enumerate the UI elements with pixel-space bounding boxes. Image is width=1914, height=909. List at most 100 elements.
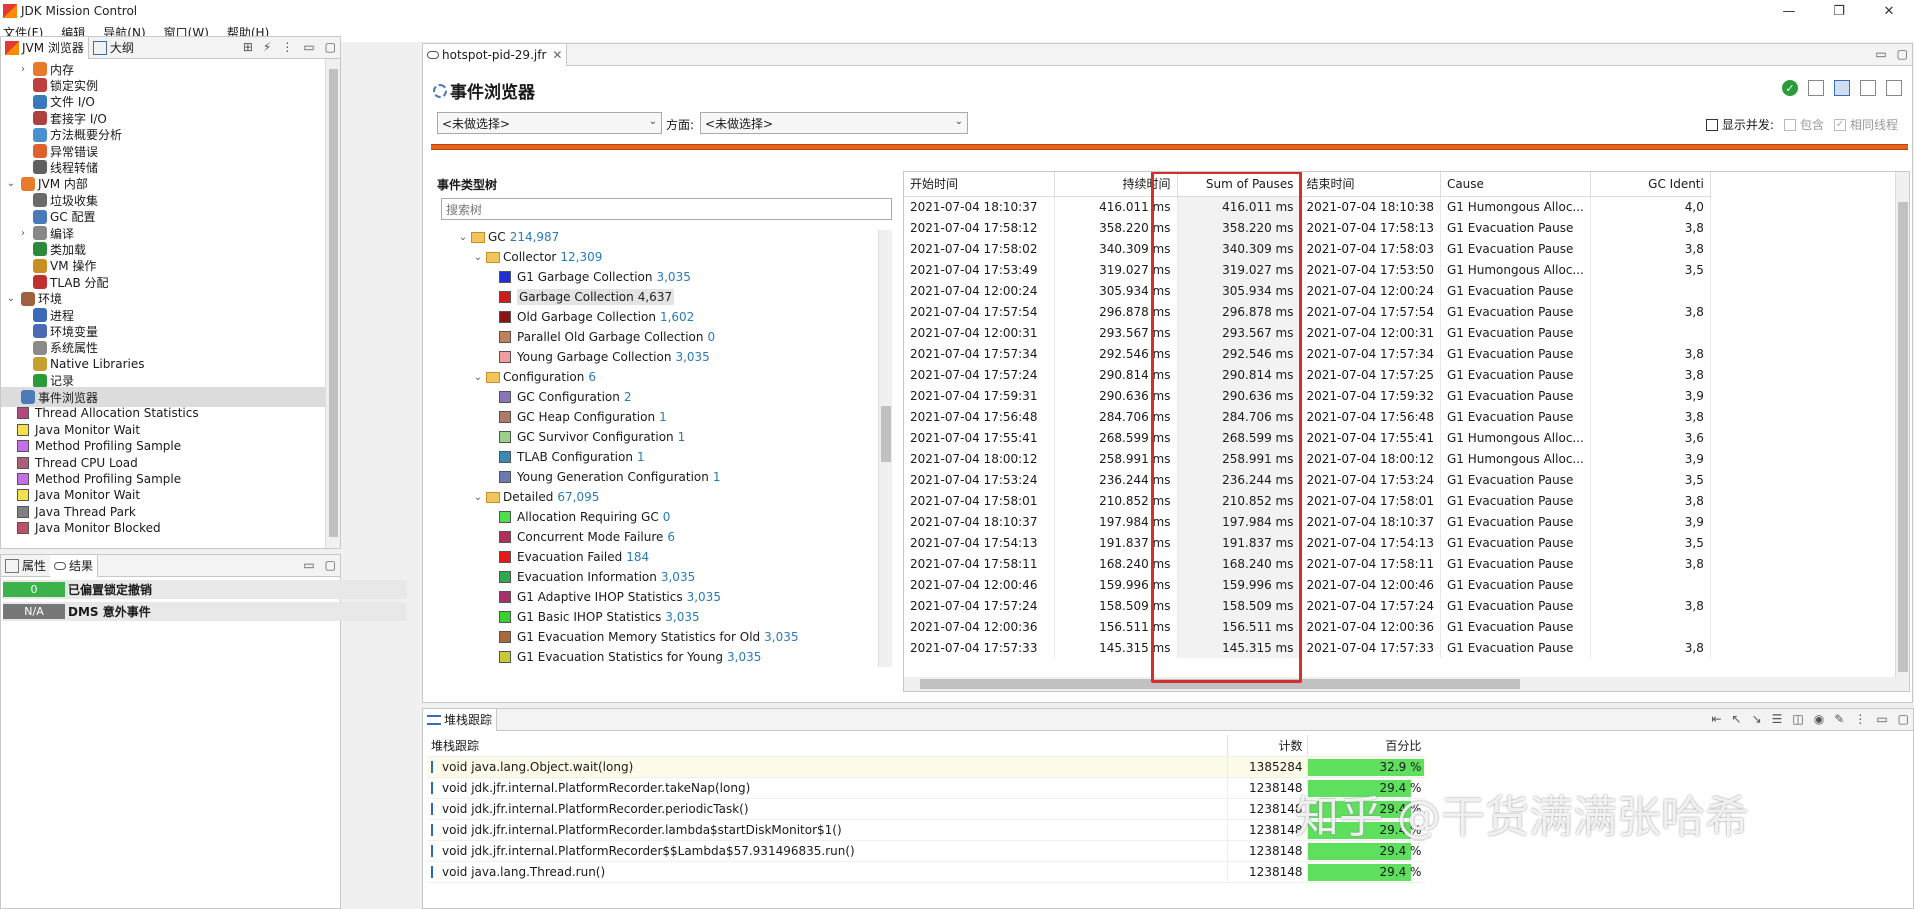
tree-view-icon[interactable]: ☰ bbox=[1772, 712, 1783, 726]
column-header[interactable]: GC Identi bbox=[1590, 172, 1711, 197]
event-tree-item[interactable]: Parallel Old Garbage Collection 0 bbox=[487, 327, 715, 347]
results-minimize-icon[interactable]: ▭ bbox=[303, 558, 314, 572]
table-row[interactable]: void jdk.jfr.internal.PlatformRecorder$$… bbox=[427, 840, 1426, 862]
focus-icon[interactable]: ◉ bbox=[1814, 712, 1824, 726]
stack-col-frame[interactable]: 堆栈跟踪 bbox=[427, 735, 1228, 757]
event-tree-item[interactable]: Concurrent Mode Failure 6 bbox=[487, 527, 675, 547]
event-tree-item[interactable]: Evacuation Failed 184 bbox=[487, 547, 649, 567]
close-tab-icon[interactable]: ✕ bbox=[552, 48, 562, 62]
tab-results[interactable]: 结果 bbox=[50, 554, 99, 577]
search-tree-input[interactable]: 搜索树 bbox=[441, 198, 892, 220]
event-tree-item[interactable]: G1 Basic IHOP Statistics 3,035 bbox=[487, 607, 700, 627]
result-row-biased-lock[interactable]: 0 已偏置锁定撤销 bbox=[3, 580, 407, 599]
event-tree-item[interactable]: GC Survivor Configuration 1 bbox=[487, 427, 685, 447]
table-row[interactable]: 2021-07-04 17:53:24 236.244 ms 236.244 ms 2… bbox=[904, 469, 1711, 490]
flash-icon[interactable]: ⚡ bbox=[263, 40, 271, 54]
left-scrollbar[interactable] bbox=[325, 59, 340, 548]
table-row[interactable]: void jdk.jfr.internal.PlatformRecorder.p… bbox=[427, 798, 1426, 820]
view-menu-icon[interactable]: ⋮ bbox=[281, 40, 293, 54]
events-vscrollbar[interactable] bbox=[1895, 172, 1909, 678]
results-maximize-icon[interactable]: ▢ bbox=[325, 558, 336, 572]
nav-prev-icon[interactable]: ↖ bbox=[1732, 712, 1742, 726]
tab-recording-file[interactable]: hotspot-pid-29.jfr ✕ bbox=[423, 43, 568, 66]
close-window-icon[interactable]: ✕ bbox=[1864, 0, 1914, 22]
editor-minimize-icon[interactable]: ▭ bbox=[1875, 47, 1886, 61]
event-tree-item[interactable]: ⌄ Configuration 6 bbox=[472, 367, 596, 387]
table-row[interactable]: 2021-07-04 17:57:34 292.546 ms 292.546 ms 2… bbox=[904, 343, 1711, 364]
table-row[interactable]: void jdk.jfr.internal.PlatformRecorder.l… bbox=[427, 819, 1426, 841]
minimize-window-icon[interactable]: — bbox=[1764, 0, 1814, 22]
left-scroll-thumb[interactable] bbox=[329, 69, 338, 537]
expand-chevron-icon[interactable]: ⌄ bbox=[457, 232, 469, 243]
event-tree-item[interactable]: G1 Evacuation Memory Statistics for Old 3… bbox=[487, 627, 799, 647]
column-header[interactable]: 开始时间 bbox=[904, 172, 1055, 197]
table-row[interactable]: 2021-07-04 12:00:46 159.996 ms 159.996 ms 2… bbox=[904, 574, 1711, 595]
table-row[interactable]: 2021-07-04 17:58:02 340.309 ms 340.309 ms 2… bbox=[904, 238, 1711, 259]
event-tree-item[interactable]: GC Configuration 2 bbox=[487, 387, 632, 407]
layout-grid-icon[interactable] bbox=[1834, 80, 1850, 96]
event-tree-item[interactable]: ⌄ Detailed 67,095 bbox=[472, 487, 600, 507]
same-thread-checkbox[interactable]: ✓ bbox=[1833, 118, 1846, 131]
event-tree-item[interactable]: Old Garbage Collection 1,602 bbox=[487, 307, 694, 327]
event-tree-item[interactable]: Allocation Requiring GC 0 bbox=[487, 507, 670, 527]
table-row[interactable]: 2021-07-04 17:54:13 191.837 ms 191.837 ms 2… bbox=[904, 532, 1711, 553]
include-checkbox[interactable] bbox=[1783, 118, 1796, 131]
expand-chevron-icon[interactable]: ⌄ bbox=[472, 252, 484, 263]
table-row[interactable]: 2021-07-04 17:57:33 145.315 ms 145.315 ms 2… bbox=[904, 637, 1711, 658]
table-row[interactable]: 2021-07-04 17:55:41 268.599 ms 268.599 ms 2… bbox=[904, 427, 1711, 448]
table-row[interactable]: 2021-07-04 17:58:01 210.852 ms 210.852 ms 2… bbox=[904, 490, 1711, 511]
stack-maximize-icon[interactable]: ▢ bbox=[1898, 712, 1909, 726]
tab-outline[interactable]: 大纲 bbox=[89, 37, 138, 59]
nav-first-icon[interactable]: ⇤ bbox=[1711, 712, 1721, 726]
table-row[interactable]: void java.lang.Thread.run() 1238148 29.4 % bbox=[427, 861, 1426, 883]
event-tree-item[interactable]: GC Heap Configuration 1 bbox=[487, 407, 667, 427]
check-icon[interactable]: ✓ bbox=[1782, 80, 1798, 96]
aspect-dropdown[interactable]: <未做选择> ⌄ bbox=[700, 112, 968, 134]
table-row[interactable]: 2021-07-04 18:10:37 197.984 ms 197.984 ms 2… bbox=[904, 511, 1711, 532]
table-row[interactable]: 2021-07-04 17:57:54 296.878 ms 296.878 ms 2… bbox=[904, 301, 1711, 322]
minimize-icon[interactable]: ▭ bbox=[303, 40, 314, 54]
expand-chevron-icon[interactable]: ⌄ bbox=[472, 372, 484, 383]
table-row[interactable]: 2021-07-04 17:56:48 284.706 ms 284.706 ms 2… bbox=[904, 406, 1711, 427]
event-type-item[interactable]: Java Monitor Blocked bbox=[17, 518, 161, 538]
events-hscrollbar[interactable] bbox=[904, 677, 1909, 691]
events-vscroll-thumb[interactable] bbox=[1898, 202, 1908, 672]
event-tree-item[interactable]: Garbage Collection 4,637 bbox=[487, 287, 675, 307]
stack-view-menu-icon[interactable]: ⋮ bbox=[1854, 712, 1866, 726]
table-row[interactable]: 2021-07-04 17:58:11 168.240 ms 168.240 ms 2… bbox=[904, 553, 1711, 574]
result-row-dms[interactable]: N/A DMS 意外事件 bbox=[3, 602, 407, 621]
table-row[interactable]: 2021-07-04 17:53:49 319.027 ms 319.027 ms 2… bbox=[904, 259, 1711, 280]
event-tree-item[interactable]: Young Garbage Collection 3,035 bbox=[487, 347, 710, 367]
column-header[interactable]: 结束时间 bbox=[1300, 172, 1441, 197]
tab-jvm-browser[interactable]: JVM 浏览器 bbox=[1, 36, 89, 59]
event-tree-item[interactable]: Evacuation Information 3,035 bbox=[487, 567, 695, 587]
view-icon[interactable] bbox=[1808, 80, 1824, 96]
table-row[interactable]: 2021-07-04 17:58:12 358.220 ms 358.220 ms 2… bbox=[904, 217, 1711, 238]
table-row[interactable]: 2021-07-04 17:57:24 290.814 ms 290.814 ms 2… bbox=[904, 364, 1711, 385]
table-row[interactable]: 2021-07-04 18:10:37 416.011 ms 416.011 ms 2… bbox=[904, 196, 1711, 217]
editor-maximize-icon[interactable]: ▢ bbox=[1897, 47, 1908, 61]
column-header[interactable]: Sum of Pauses bbox=[1177, 172, 1301, 197]
tab-properties[interactable]: 属性 bbox=[1, 555, 50, 577]
table-row[interactable]: 2021-07-04 17:57:24 158.509 ms 158.509 ms 2… bbox=[904, 595, 1711, 616]
table-row[interactable]: void java.lang.Object.wait(long) 1385284 3… bbox=[427, 756, 1426, 778]
type-filter-dropdown[interactable]: <未做选择> ⌄ bbox=[437, 112, 662, 134]
stack-minimize-icon[interactable]: ▭ bbox=[1876, 712, 1887, 726]
column-header[interactable]: Cause bbox=[1440, 172, 1591, 197]
connect-icon[interactable]: ⊞ bbox=[243, 40, 253, 54]
maximize-icon[interactable]: ▢ bbox=[325, 40, 336, 54]
event-tree-scroll-thumb[interactable] bbox=[881, 406, 891, 462]
table-row[interactable]: void jdk.jfr.internal.PlatformRecorder.t… bbox=[427, 777, 1426, 799]
event-tree-item[interactable]: G1 Garbage Collection 3,035 bbox=[487, 267, 691, 287]
expand-chevron-icon[interactable]: › bbox=[17, 64, 29, 75]
layout-split-icon[interactable] bbox=[1860, 80, 1876, 96]
event-tree-item[interactable]: ⌄ GC 214,987 bbox=[457, 227, 560, 247]
tab-stack-trace[interactable]: 堆栈跟踪 bbox=[423, 708, 498, 731]
show-concurrent-checkbox[interactable] bbox=[1705, 118, 1718, 131]
event-tree-scrollbar[interactable] bbox=[878, 230, 892, 667]
expand-chevron-icon[interactable]: ⌄ bbox=[5, 178, 17, 189]
table-row[interactable]: 2021-07-04 12:00:24 305.934 ms 305.934 ms 2… bbox=[904, 280, 1711, 301]
layout-list-icon[interactable] bbox=[1886, 80, 1902, 96]
column-header[interactable]: 持续时间 bbox=[1054, 172, 1178, 197]
events-hscroll-thumb[interactable] bbox=[920, 679, 1520, 689]
